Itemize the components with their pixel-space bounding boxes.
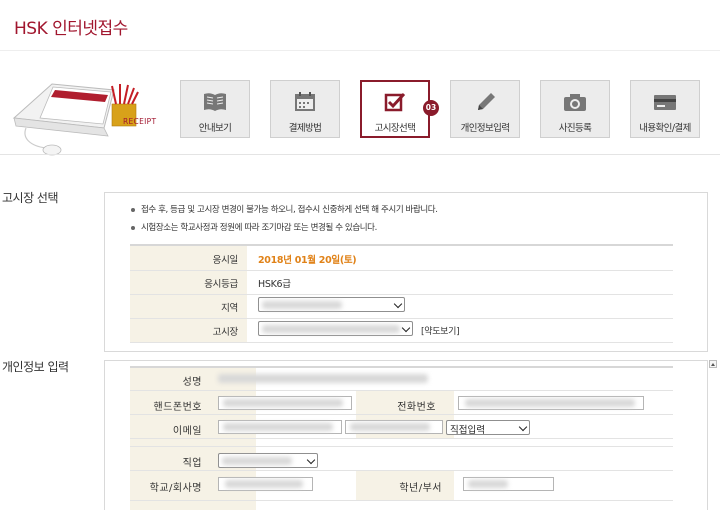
notice-line: 시험장소는 학교사정과 정원에 따라 조기마감 또는 변경될 수 있습니다. <box>131 221 377 233</box>
phone-input[interactable] <box>458 396 644 410</box>
email-id-input[interactable] <box>218 420 342 434</box>
site-label: 고시장 <box>212 327 239 338</box>
section-divider <box>0 154 720 155</box>
chevron-down-icon <box>306 455 316 465</box>
school-company-input[interactable] <box>218 477 313 491</box>
row-divider <box>130 270 673 271</box>
step-personal-info[interactable]: 개인정보입력 <box>450 80 520 138</box>
step-label: 개인정보입력 <box>460 123 510 134</box>
grade-department-input[interactable] <box>463 477 554 491</box>
row-divider <box>130 318 673 319</box>
row-divider <box>130 414 673 415</box>
redacted-value <box>262 301 342 309</box>
step-label: 안내보기 <box>198 123 232 134</box>
chevron-down-icon <box>393 299 403 309</box>
redacted-value <box>225 480 303 488</box>
table-top-border <box>130 244 673 246</box>
exam-level-label: 응시등급 <box>204 279 238 290</box>
redacted-value <box>465 399 635 407</box>
step-select-site[interactable]: 고시장선택 <box>360 80 430 138</box>
phone-label: 전화번호 <box>397 402 436 413</box>
step-label: 사진등록 <box>558 123 592 134</box>
step-label: 고시장선택 <box>374 123 416 134</box>
email-domain-input[interactable] <box>345 420 443 434</box>
camera-icon <box>564 94 586 111</box>
redacted-value <box>468 480 508 488</box>
region-select[interactable] <box>258 297 405 312</box>
school-company-label: 학교/회사명 <box>149 483 202 494</box>
chevron-down-icon <box>401 323 411 333</box>
exam-date-label: 응시일 <box>212 255 239 266</box>
map-link[interactable]: [약도보기] <box>421 324 460 337</box>
row-divider <box>130 438 673 439</box>
site-select[interactable] <box>258 321 413 336</box>
redacted-value <box>350 423 430 431</box>
row-divider <box>130 470 673 471</box>
mobile-label: 핸드폰번호 <box>153 402 202 413</box>
row-divider <box>130 294 673 295</box>
step-number-badge: 03 <box>423 100 439 116</box>
pencil-icon <box>478 93 495 110</box>
row-divider <box>130 342 673 343</box>
redacted-value <box>222 457 292 465</box>
step-payment-method[interactable]: 결제방법 <box>270 80 340 138</box>
checkbox-icon <box>384 92 406 112</box>
redacted-value <box>223 399 343 407</box>
email-label: 이메일 <box>172 426 202 437</box>
table-top-border <box>130 366 673 368</box>
email-domain-selected: 직접입력 <box>450 425 485 436</box>
exam-level-value: HSK6급 <box>258 279 291 290</box>
card-icon <box>654 95 676 110</box>
book-icon <box>204 93 226 111</box>
region-label: 지역 <box>221 303 238 314</box>
row-divider <box>130 390 673 391</box>
receipt-label: RECEIPT <box>123 117 157 126</box>
exam-date-value: 2018년 01월 20일(토) <box>258 255 357 266</box>
scroll-up-button[interactable] <box>709 360 717 368</box>
section-title-personal: 개인정보 입력 <box>2 360 69 374</box>
job-select[interactable] <box>218 453 318 468</box>
title-divider <box>0 50 720 51</box>
step-guide[interactable]: 안내보기 <box>180 80 250 138</box>
row-divider <box>130 446 673 447</box>
redacted-value <box>262 325 400 333</box>
step-confirm-payment[interactable]: 내용확인/결제 <box>630 80 700 138</box>
step-label: 내용확인/결제 <box>639 123 691 134</box>
job-label: 직업 <box>182 458 202 469</box>
step-label: 결제방법 <box>288 123 322 134</box>
section-title-site: 고시장 선택 <box>2 191 59 205</box>
bullet <box>131 207 135 212</box>
chevron-down-icon <box>518 422 528 432</box>
redacted-value <box>223 423 333 431</box>
redacted-name <box>218 374 428 383</box>
mobile-input[interactable] <box>218 396 352 410</box>
step-photo-upload[interactable]: 사진등록 <box>540 80 610 138</box>
bullet <box>131 225 135 230</box>
grade-department-label: 학년/부서 <box>399 483 442 494</box>
calendar-icon <box>295 92 315 111</box>
notice-line: 접수 후, 등급 및 고시장 변경이 불가능 하오니, 접수시 신중하게 선택 … <box>131 203 438 215</box>
name-label: 성명 <box>182 377 202 388</box>
page-title: HSK 인터넷접수 <box>14 19 128 39</box>
email-domain-select[interactable]: 직접입력 <box>446 420 530 436</box>
row-divider <box>130 500 673 501</box>
